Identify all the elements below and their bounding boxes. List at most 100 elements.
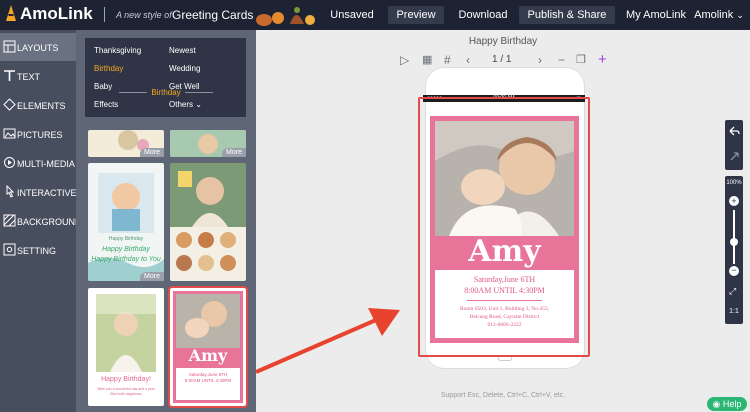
template-thumb[interactable]: Happy Birthday Happy Birthday Happy Birt… [88,163,164,281]
publish-share-button[interactable]: Publish & Share [519,6,615,24]
template-thumb[interactable]: More [88,130,164,157]
user-name: Amolink [694,9,734,21]
multimedia-icon [4,157,15,168]
unsaved-status: Unsaved [330,9,374,21]
sidebar-label: SETTING [17,246,57,256]
sidebar-item-layouts[interactable]: LAYOUTS [0,33,76,61]
interactive-icon [6,185,15,198]
template-text: Wish you a wonderful day and a year fill… [97,387,155,396]
logo-mark-icon [6,5,16,21]
more-badge[interactable]: More [222,148,246,157]
logo-separator [104,7,105,22]
thanksgiving-decoration-icon [256,7,315,26]
ratio-button[interactable]: 1:1 [725,308,743,315]
sidebar-item-interactive[interactable]: INTERACTIVE [0,178,77,206]
fit-screen-icon[interactable]: ⤢ [729,286,736,297]
sidebar-item-multimedia[interactable]: MULTI-MEDIA [0,149,76,177]
category-newest[interactable]: Newest [169,46,196,55]
prev-page-icon[interactable]: ‹ [466,53,470,67]
sidebar-label: LAYOUTS [17,43,59,53]
category-birthday[interactable]: Birthday [94,64,123,73]
shortcut-hint: Support Esc, Delete, Ctrl+C, Ctrl+V, etc… [440,392,566,399]
section-title-text: Birthday [151,88,181,97]
undo-redo-bar [725,120,743,170]
zoom-out-icon[interactable]: − [729,266,739,276]
document-title[interactable]: Happy Birthday [256,36,750,47]
sidebar-item-setting[interactable]: SETTING [0,236,76,264]
sidebar-item-pictures[interactable]: PICTURES [0,120,76,148]
template-thumb[interactable]: More [170,130,246,157]
tagline: A new style of [116,10,172,20]
hash-grid-icon[interactable]: # [444,53,451,67]
sidebar-item-elements[interactable]: ELEMENTS [0,91,76,119]
template-title: Happy Birthday! [101,376,151,383]
sidebar-label: BACKGROUND [17,217,82,227]
template-preview-image [170,163,246,281]
zoom-slider-handle[interactable] [730,238,738,246]
template-text: Happy Birthday to You [91,256,161,263]
layouts-icon [3,40,16,53]
template-preview-image [88,173,164,281]
sidebar-label: ELEMENTS [17,101,66,111]
help-button[interactable]: ◉ Help [707,397,747,411]
undo-icon[interactable] [728,125,740,137]
sidebar-item-background[interactable]: BACKGROUND [0,207,82,235]
template-thumb[interactable]: Happy Birthday! Wish you a wonderful day… [88,288,164,406]
template-thumb[interactable] [170,163,246,281]
text-icon [4,70,15,81]
template-text: 8:00AM UNTIL 4:30PM [184,378,232,383]
selection-highlight [418,97,590,357]
more-badge[interactable]: More [140,272,164,281]
next-page-icon[interactable]: › [538,53,542,67]
category-label: Others [169,100,194,109]
help-icon: ◉ [712,399,721,409]
category-label: Greeting Cards [172,8,254,22]
zoom-in-icon[interactable]: + [729,196,739,206]
section-title: Birthday [76,88,256,97]
preview-button[interactable]: Preview [388,6,444,24]
redo-icon[interactable] [728,150,740,162]
play-icon[interactable]: ▷ [400,53,409,67]
template-text: Happy Birthday [102,246,150,253]
chevron-down-icon: ⌄ [736,10,744,20]
page-indicator: 1 / 1 [492,54,512,65]
zoom-bar: 100% + − ⤢ 1:1 [725,176,743,324]
category-dropdown[interactable]: Greeting Cards⌄ [172,8,264,22]
more-badge[interactable]: More [140,148,164,157]
divider [184,92,213,94]
chevron-down-icon: ⌄ [195,100,202,109]
zoom-slider-track[interactable] [733,210,735,264]
duplicate-page-icon[interactable]: ❐ [576,53,586,67]
left-sidebar: LAYOUTS TEXT ELEMENTS PICTURES MULTI-MED… [0,30,82,412]
red-arrow-annotation [255,308,400,374]
amolink-logo[interactable]: AmoLink [4,4,93,24]
setting-icon [3,243,16,256]
logo-text: AmoLink [20,4,93,23]
zoom-level: 100% [726,180,742,186]
category-others[interactable]: Others ⌄ [169,100,202,109]
elements-icon [3,98,16,111]
template-text: Happy Birthday [108,236,144,242]
sidebar-item-text[interactable]: TEXT [0,62,76,90]
template-text: Saturday,June 6TH [188,372,228,377]
download-button[interactable]: Download [454,6,512,24]
sidebar-label: INTERACTIVE [17,188,77,198]
user-menu[interactable]: Amolink ⌄ [690,6,748,24]
grid-view-icon[interactable]: ▦ [422,53,432,67]
canvas-toolbar: ▷ ▦ # ‹ 1 / 1 › − ❐ + [256,52,750,67]
add-page-icon[interactable]: + [598,52,607,67]
category-menu: Thanksgiving Birthday Baby Effects Newes… [85,38,246,117]
background-icon [3,214,16,227]
category-effects[interactable]: Effects [94,100,118,109]
help-label: Help [722,399,742,409]
sidebar-label: PICTURES [17,130,63,140]
template-name: Amy [188,346,228,365]
top-bar: AmoLink A new style of Greeting Cards⌄ U… [0,0,750,30]
sidebar-label: TEXT [17,72,41,82]
remove-page-icon[interactable]: − [558,53,565,67]
category-thanksgiving[interactable]: Thanksgiving [94,46,141,55]
category-wedding[interactable]: Wedding [169,64,200,73]
my-amolink-link[interactable]: My AmoLink [623,6,689,24]
sidebar-label: MULTI-MEDIA [17,159,75,169]
template-thumb-selected[interactable]: Amy Saturday,June 6TH 8:00AM UNTIL 4:30P… [168,286,248,408]
